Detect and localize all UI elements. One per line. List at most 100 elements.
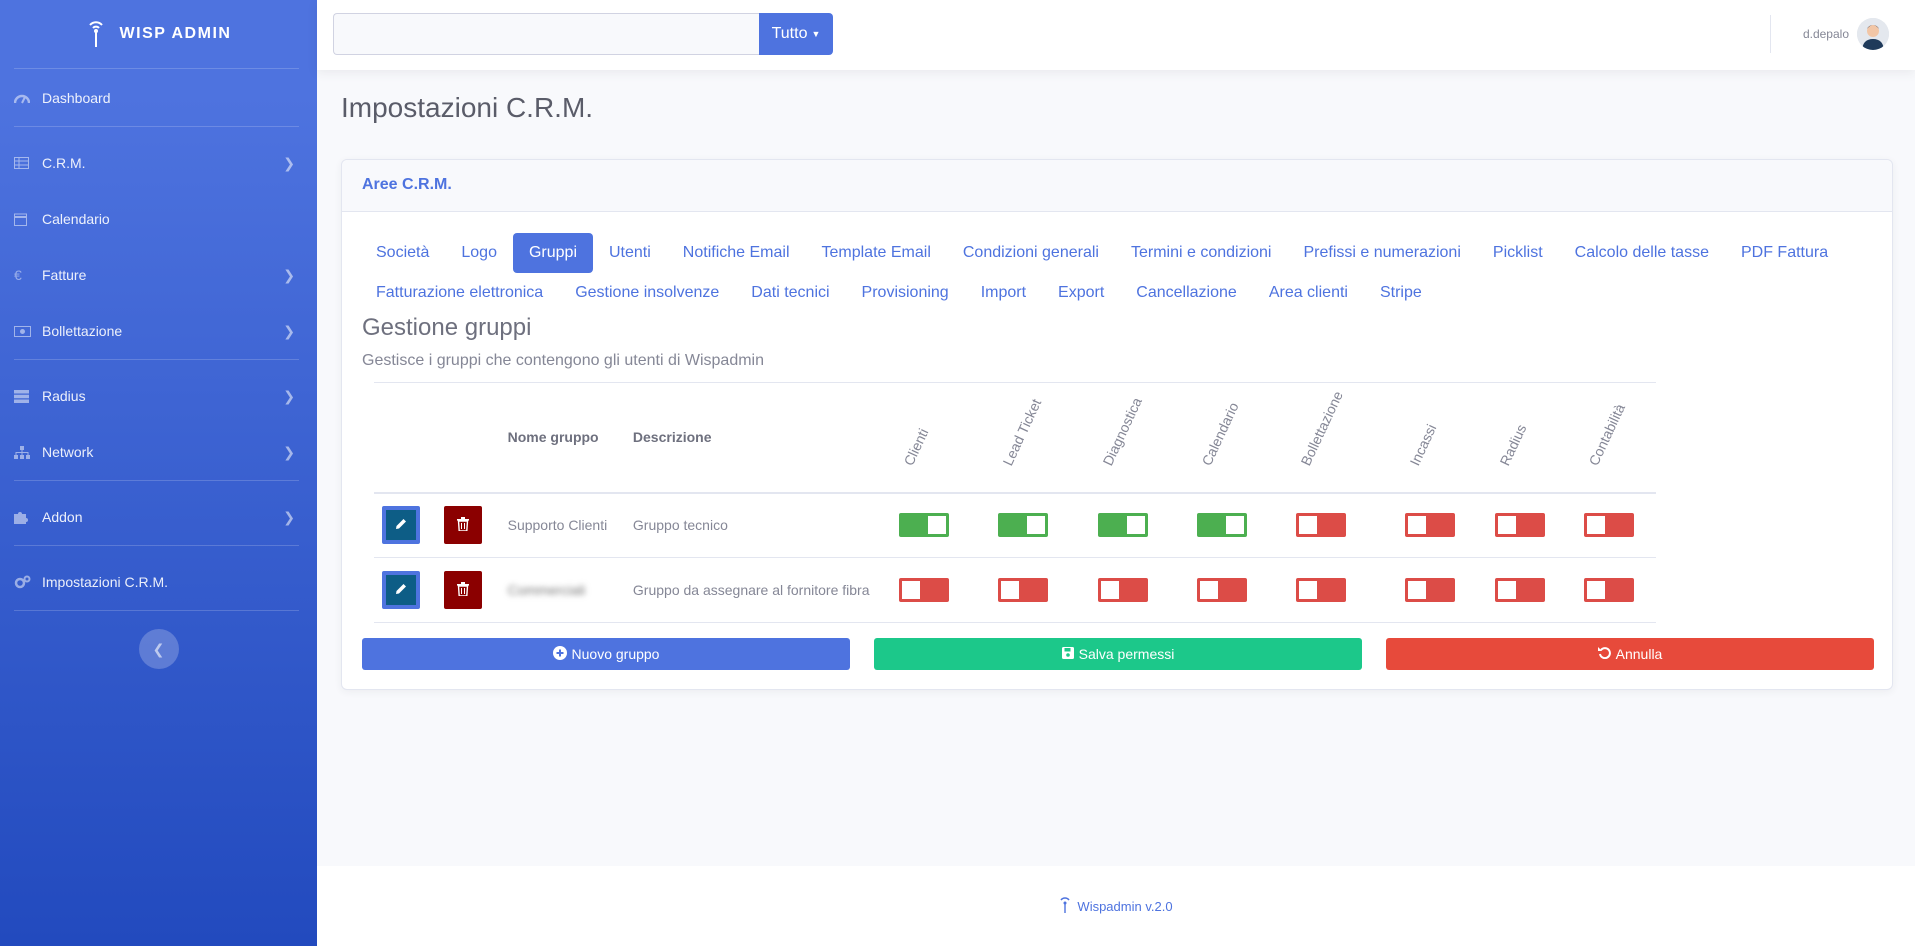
delete-group-button[interactable] (443, 506, 482, 545)
save-permissions-label: Salva permessi (1078, 646, 1175, 662)
tab-utenti[interactable]: Utenti (593, 233, 667, 273)
permission-toggle[interactable] (1405, 578, 1456, 602)
tab-societa[interactable]: Società (360, 233, 445, 273)
sitemap-icon (14, 445, 36, 459)
euro-icon: € (14, 267, 22, 283)
sidebar-item-network[interactable]: Network ❯ (0, 424, 317, 480)
permission-cell (990, 557, 1090, 623)
cancel-button[interactable]: Annulla (1386, 638, 1874, 670)
tab-template-email[interactable]: Template Email (806, 233, 947, 273)
group-description: Gruppo da assegnare al fornitore fibra (624, 557, 892, 623)
perm-column-label: Radius (1496, 421, 1530, 468)
permission-toggle[interactable] (1494, 578, 1545, 602)
tab-provisioning[interactable]: Provisioning (846, 273, 965, 313)
tab-termini-condizioni[interactable]: Termini e condizioni (1115, 233, 1288, 273)
permission-toggle[interactable] (1196, 513, 1247, 538)
toggle-knob (1199, 581, 1218, 599)
tab-prefissi-numerazioni[interactable]: Prefissi e numerazioni (1287, 233, 1476, 273)
trash-icon (456, 581, 469, 599)
chevron-right-icon: ❯ (283, 443, 295, 460)
header-perm-calendario: Calendario (1188, 382, 1289, 494)
permission-cell (1089, 557, 1189, 623)
toggle-knob (1497, 516, 1516, 535)
tab-picklist[interactable]: Picklist (1477, 233, 1559, 273)
sidebar-item-crm[interactable]: C.R.M. ❯ (0, 135, 317, 191)
permission-toggle[interactable] (998, 513, 1049, 538)
toggle-knob (1225, 516, 1244, 535)
permission-cell (990, 492, 1090, 558)
tab-fatturazione-elettronica[interactable]: Fatturazione elettronica (360, 273, 559, 313)
permission-toggle[interactable] (1097, 578, 1148, 602)
permission-toggle[interactable] (899, 513, 950, 538)
perm-column-label: Incassi (1406, 421, 1440, 468)
tab-cancellazione[interactable]: Cancellazione (1120, 273, 1253, 313)
sidebar-item-radius[interactable]: Radius ❯ (0, 368, 317, 424)
toggle-knob (1027, 516, 1046, 535)
search-scope-dropdown[interactable]: Tutto ▼ (759, 13, 833, 55)
tab-pdf-fattura[interactable]: PDF Fattura (1725, 233, 1844, 273)
sidebar-item-fatture[interactable]: € Fatture ❯ (0, 247, 317, 303)
sidebar-item-calendario[interactable]: Calendario (0, 191, 317, 247)
perm-column-label: Lead Ticket (999, 395, 1045, 468)
brand[interactable]: WISP ADMIN (0, 0, 317, 68)
header-perm-incassi: Incassi (1397, 382, 1487, 494)
permission-toggle[interactable] (1296, 513, 1347, 538)
group-name: Supporto Clienti (499, 492, 625, 558)
delete-group-button[interactable] (443, 571, 482, 609)
permission-toggle[interactable] (1584, 578, 1635, 602)
permission-toggle[interactable] (1196, 578, 1247, 602)
permission-cell (1397, 492, 1487, 558)
sidebar-item-dashboard[interactable]: Dashboard (0, 69, 317, 126)
toggle-knob (1001, 581, 1020, 599)
permission-toggle[interactable] (1296, 578, 1347, 602)
tab-dati-tecnici[interactable]: Dati tecnici (735, 273, 845, 313)
chevron-left-icon: ❮ (152, 640, 165, 657)
footer-version[interactable]: Wispadmin v.2.0 (1077, 899, 1172, 914)
topbar: Tutto ▼ d.depalo (317, 0, 1915, 70)
tab-import[interactable]: Import (965, 273, 1042, 313)
server-icon (14, 389, 36, 403)
tab-notifiche-email[interactable]: Notifiche Email (667, 233, 806, 273)
antenna-icon (86, 19, 106, 49)
save-permissions-button[interactable]: Salva permessi (874, 638, 1362, 670)
tab-gestione-insolvenze[interactable]: Gestione insolvenze (559, 273, 735, 313)
edit-group-button[interactable] (382, 506, 420, 545)
permission-toggle[interactable] (1097, 513, 1148, 538)
tab-gruppi[interactable]: Gruppi (512, 233, 593, 273)
toggle-knob (928, 516, 947, 535)
header-perm-radius: Radius (1486, 382, 1577, 494)
perm-column-label: Calendario (1198, 399, 1242, 468)
header-perm-bollettazione: Bollettazione (1288, 382, 1398, 494)
permission-toggle[interactable] (998, 578, 1049, 602)
tab-logo[interactable]: Logo (445, 233, 513, 273)
sidebar-item-label: Bollettazione (42, 323, 123, 339)
permission-toggle[interactable] (1494, 513, 1545, 538)
toggle-knob (1100, 581, 1119, 599)
search-input[interactable] (333, 13, 759, 55)
permission-toggle[interactable] (1584, 513, 1635, 538)
permission-toggle[interactable] (899, 578, 950, 602)
toggle-knob (1587, 581, 1606, 599)
tab-calcolo-tasse[interactable]: Calcolo delle tasse (1559, 233, 1725, 273)
pencil-icon (394, 517, 408, 534)
sidebar-item-bollettazione[interactable]: Bollettazione ❯ (0, 303, 317, 359)
perm-column-label: Contabilità (1585, 400, 1629, 468)
sidebar-item-addon[interactable]: Addon ❯ (0, 489, 317, 545)
edit-group-button[interactable] (382, 571, 420, 609)
page-title: Impostazioni C.R.M. (341, 92, 594, 123)
permission-cell (1486, 557, 1577, 623)
perm-column-label: Bollettazione (1297, 388, 1347, 468)
permission-cell (1288, 492, 1398, 558)
new-group-button[interactable]: Nuovo gruppo (362, 638, 850, 670)
permission-cell (1089, 492, 1189, 558)
tab-export[interactable]: Export (1042, 273, 1120, 313)
permission-toggle[interactable] (1405, 513, 1456, 538)
tab-stripe[interactable]: Stripe (1364, 273, 1438, 313)
puzzle-icon (14, 510, 36, 524)
sidebar-toggle-button[interactable]: ❮ (138, 629, 179, 669)
sidebar-item-impostazioni-crm[interactable]: Impostazioni C.R.M. (0, 554, 317, 610)
tab-condizioni-generali[interactable]: Condizioni generali (947, 233, 1115, 273)
table-icon (14, 157, 36, 169)
tab-area-clienti[interactable]: Area clienti (1253, 273, 1364, 313)
user-menu[interactable]: d.depalo (1803, 18, 1889, 50)
